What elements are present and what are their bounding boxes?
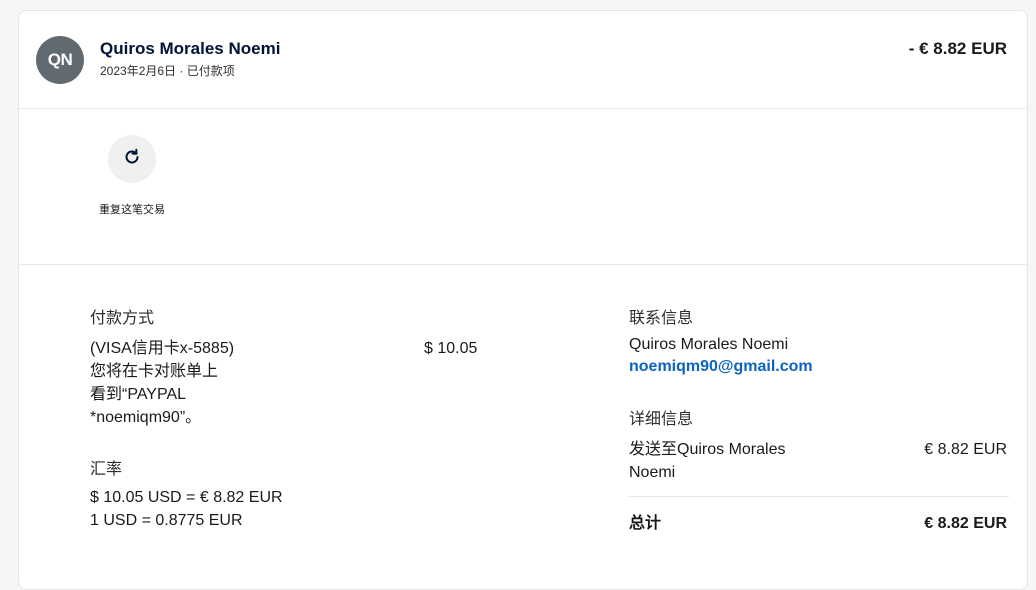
details-divider xyxy=(629,496,1009,497)
exchange-rate-line-2: 1 USD = 0.8775 EUR xyxy=(90,512,243,529)
contact-email-link[interactable]: noemiqm90@gmail.com xyxy=(629,358,813,376)
exchange-rate-line-1: $ 10.05 USD = € 8.82 EUR xyxy=(90,489,283,506)
actions-section: 重复这笔交易 xyxy=(19,109,1027,265)
sent-amount: € 8.82 EUR xyxy=(924,441,1007,458)
payment-amount: $ 10.05 xyxy=(424,340,478,357)
payment-method-line-1: (VISA信用卡x-5885) xyxy=(90,340,235,357)
details-title: 详细信息 xyxy=(629,411,694,428)
contact-name: Quiros Morales Noemi xyxy=(629,336,789,353)
repeat-transaction-button[interactable] xyxy=(108,135,156,183)
payee-name: Quiros Morales Noemi xyxy=(100,39,281,58)
payment-method-line-2: 您将在卡对账单上 xyxy=(90,363,219,380)
total-label: 总计 xyxy=(629,515,662,532)
payment-method-title: 付款方式 xyxy=(90,310,155,327)
contact-info-title: 联系信息 xyxy=(629,310,694,327)
payment-method-line-4: *noemiqm90”。 xyxy=(90,409,202,426)
transaction-amount: - € 8.82 EUR xyxy=(908,39,1007,58)
repeat-transaction-label[interactable]: 重复这笔交易 xyxy=(92,201,172,219)
refresh-icon xyxy=(122,147,142,172)
sent-to-line-2: Noemi xyxy=(629,464,676,481)
transaction-date-status: 2023年2月6日 · 已付款项 xyxy=(100,64,235,78)
sent-to-line-1: 发送至Quiros Morales xyxy=(629,441,786,458)
total-amount: € 8.82 EUR xyxy=(924,515,1007,532)
exchange-rate-title: 汇率 xyxy=(90,461,123,478)
transaction-header: QN Quiros Morales Noemi 2023年2月6日 · 已付款项… xyxy=(19,11,1027,109)
transaction-card: QN Quiros Morales Noemi 2023年2月6日 · 已付款项… xyxy=(18,10,1028,590)
avatar: QN xyxy=(36,36,84,84)
payment-method-line-3: 看到“PAYPAL xyxy=(90,386,187,403)
details-section: 付款方式 (VISA信用卡x-5885) 您将在卡对账单上 看到“PAYPAL … xyxy=(19,265,1027,585)
